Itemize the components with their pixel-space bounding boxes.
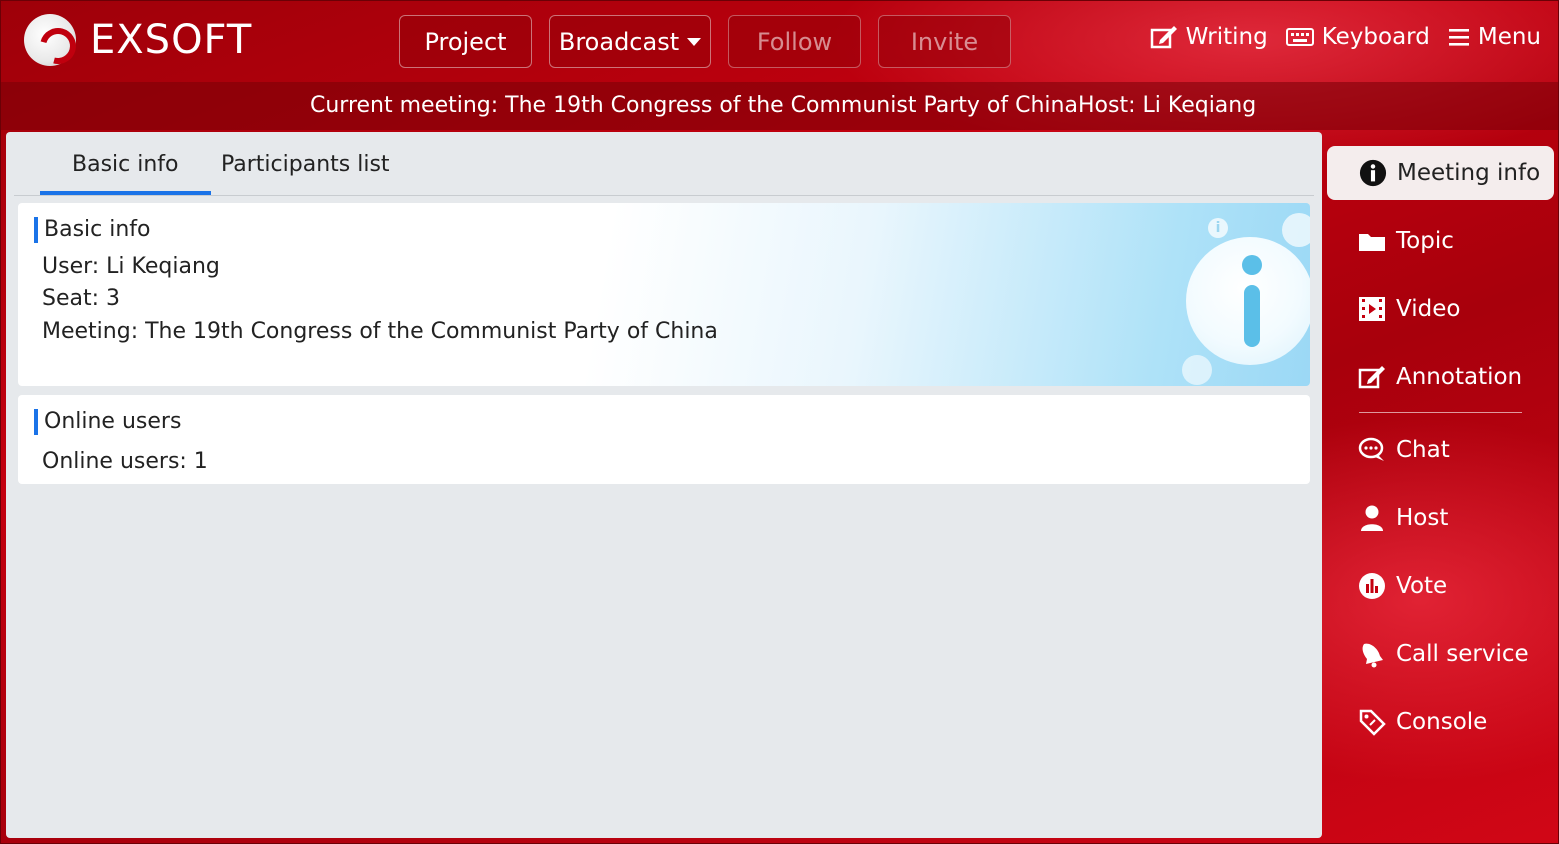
window-frame	[0, 0, 1559, 844]
